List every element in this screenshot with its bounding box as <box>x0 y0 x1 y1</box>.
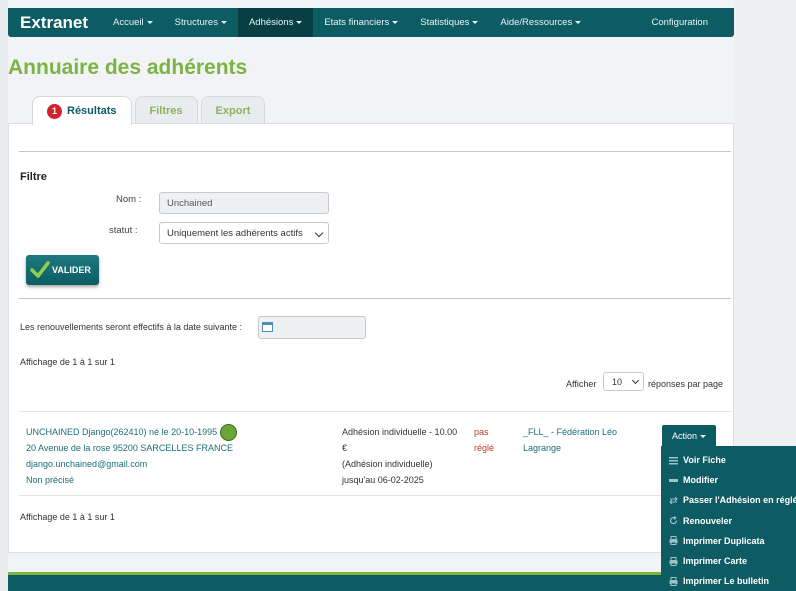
federation-line-2: Lagrange <box>523 443 562 453</box>
menu-imprimer-duplicata-label: Imprimer Duplicata <box>683 535 765 546</box>
results-panel: Filtre Nom : Unchained statut : Uniqueme… <box>8 123 734 553</box>
menu-imprimer-carte[interactable]: Imprimer Carte <box>661 551 796 571</box>
brand-logo[interactable]: Extranet <box>8 13 102 33</box>
member-name-link[interactable]: UNCHAINED Django(262410) né le 20-10-199… <box>26 424 217 440</box>
menu-imprimer-bulletin-label: Imprimer Le bulletin <box>683 576 770 587</box>
tab-export-label: Export <box>215 104 251 117</box>
statut-label: statut : <box>109 225 138 236</box>
refresh-icon <box>669 516 678 525</box>
member-extra: Non précisé <box>26 475 75 485</box>
footer-bar <box>8 572 734 591</box>
menu-passer-reglee[interactable]: Passer l'Adhésion en réglée <box>661 490 796 510</box>
nav-etats-financiers[interactable]: Etats financiers <box>313 8 409 37</box>
print-icon <box>669 556 678 566</box>
status-indicator <box>220 424 237 441</box>
renewal-label: Les renouvellements seront effectifs à l… <box>20 322 242 332</box>
show-label: Afficher <box>566 379 597 389</box>
payment-status-line-1: pas <box>474 427 489 437</box>
valider-label: VALIDER <box>52 265 91 275</box>
pagination-summary-bottom: Affichage de 1 à 1 sur 1 <box>20 512 115 522</box>
statut-select[interactable]: Uniquement les adhérents actifs <box>159 222 329 244</box>
filter-title: Filtre <box>20 171 47 183</box>
tab-resultats[interactable]: 1 Résultats <box>32 96 132 125</box>
exchange-icon <box>669 496 678 505</box>
row-divider <box>19 411 731 412</box>
per-page-select[interactable]: 10 <box>603 372 644 391</box>
tab-filtres[interactable]: Filtres <box>134 96 198 124</box>
chevron-down-icon <box>631 376 640 385</box>
renewal-date-input[interactable] <box>258 316 366 339</box>
nav-statistiques[interactable]: Statistiques <box>409 8 489 37</box>
divider <box>19 151 731 152</box>
result-count-badge: 1 <box>47 103 62 119</box>
tab-filtres-label: Filtres <box>149 104 183 117</box>
divider <box>19 298 731 299</box>
menu-imprimer-bulletin[interactable]: Imprimer Le bulletin <box>661 571 796 591</box>
menu-imprimer-duplicata[interactable]: Imprimer Duplicata <box>661 531 796 551</box>
nom-label: Nom : <box>116 194 142 205</box>
nom-input[interactable]: Unchained <box>159 192 329 214</box>
per-page-suffix: réponses par page <box>648 379 724 389</box>
adhesion-line-1: Adhésion individuelle - 10.00 <box>342 427 458 437</box>
tab-bar: 1 Résultats Filtres Export <box>32 96 268 125</box>
list-icon <box>669 456 678 465</box>
per-page-value: 10 <box>612 376 623 387</box>
payment-status-line-2: réglé <box>474 443 495 453</box>
action-dropdown-button[interactable]: Action <box>662 425 716 447</box>
menu-modifier[interactable]: Modifier <box>661 470 796 490</box>
valider-button[interactable]: VALIDER <box>26 255 99 285</box>
nav-accueil[interactable]: Accueil <box>102 8 164 37</box>
nav-structures[interactable]: Structures <box>164 8 238 37</box>
adhesion-line-3: (Adhésion individuelle) <box>342 459 433 469</box>
adhesion-line-2: € <box>342 443 348 453</box>
menu-imprimer-carte-label: Imprimer Carte <box>683 556 748 567</box>
left-margin <box>0 0 8 591</box>
action-label: Action <box>671 431 697 441</box>
calendar-icon <box>262 322 273 332</box>
tab-export[interactable]: Export <box>200 96 266 124</box>
menu-voir-fiche[interactable]: Voir Fiche <box>661 450 796 470</box>
nav-configuration[interactable]: Configuration <box>640 8 734 37</box>
row-divider <box>19 495 731 496</box>
menu-renouveler-label: Renouveler <box>683 515 733 526</box>
adhesion-line-4: jusqu'au 06-02-2025 <box>342 475 424 485</box>
nav-adhesions[interactable]: Adhésions <box>237 8 314 37</box>
checkmark-icon <box>30 261 50 278</box>
menu-modifier-label: Modifier <box>683 475 718 486</box>
member-email: django.unchained@gmail.com <box>26 459 148 469</box>
action-menu: Voir Fiche Modifier Passer l'Adhésion en… <box>661 446 796 591</box>
menu-renouveler[interactable]: Renouveler <box>661 511 796 531</box>
tab-resultats-label: Résultats <box>67 105 117 117</box>
federation-line-1: _FLL_ - Fédération Léo <box>523 427 618 437</box>
nav-aide-ressources[interactable]: Aide/Ressources <box>489 8 592 37</box>
chevron-down-icon <box>314 228 324 238</box>
print-icon <box>669 576 678 586</box>
print-icon <box>669 536 678 546</box>
member-address: 20 Avenue de la rose 95200 SARCELLES FRA… <box>26 443 233 453</box>
top-navbar: Extranet Accueil Structures Adhésions Et… <box>8 8 734 37</box>
edit-icon <box>669 478 678 482</box>
menu-voir-fiche-label: Voir Fiche <box>683 455 726 466</box>
page-title: Annuaire des adhérents <box>8 56 248 79</box>
pagination-summary-top: Affichage de 1 à 1 sur 1 <box>20 357 115 367</box>
statut-select-value: Uniquement les adhérents actifs <box>167 227 303 239</box>
menu-passer-reglee-label: Passer l'Adhésion en réglée <box>683 495 796 506</box>
